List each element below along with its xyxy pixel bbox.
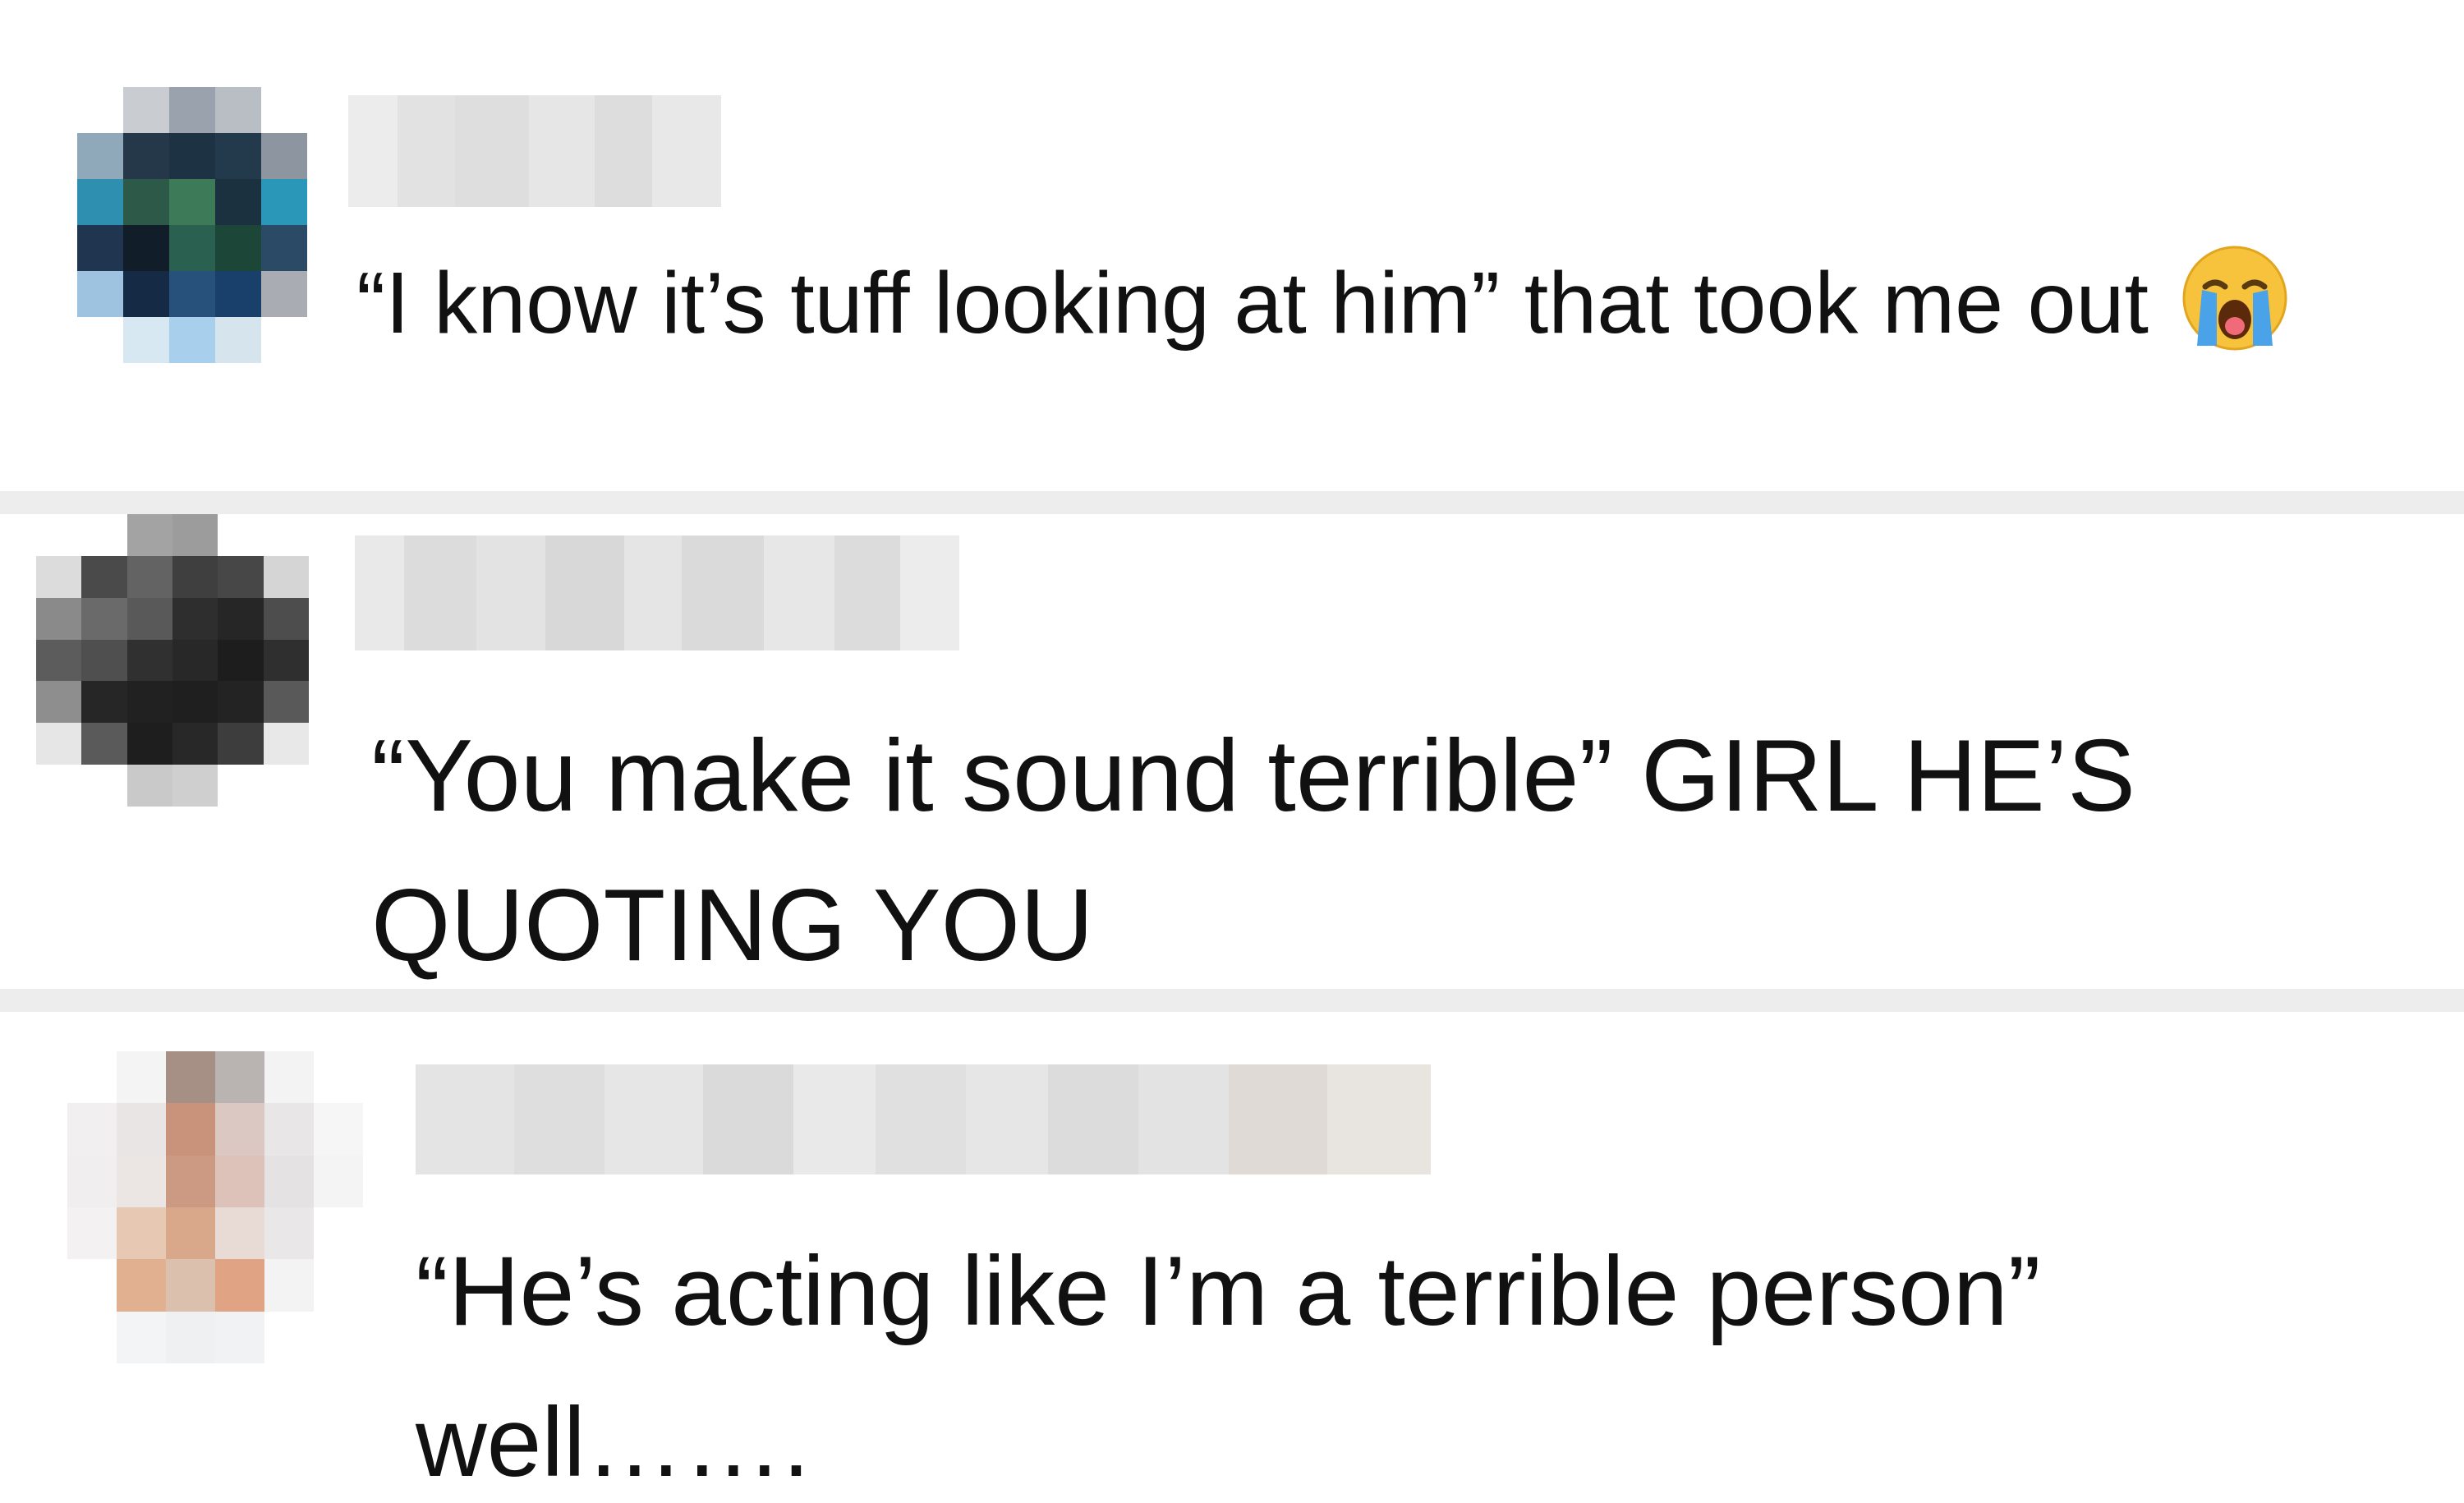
comment-item: “You make it sound terrible” GIRL HE’S Q… bbox=[0, 514, 2464, 989]
avatar[interactable] bbox=[67, 1051, 363, 1363]
avatar[interactable] bbox=[36, 514, 309, 807]
comment-text: “He’s acting like I’m a terrible person”… bbox=[416, 1236, 2068, 1497]
comment-text: “I know it’s tuff looking at him” that t… bbox=[356, 240, 2393, 367]
comment-item: “I know it’s tuff looking at him” that t… bbox=[0, 0, 2464, 491]
comment-body: “I know it’s tuff looking at him” that t… bbox=[356, 255, 2173, 352]
loudly-crying-face-icon bbox=[2181, 244, 2289, 352]
username[interactable] bbox=[416, 1064, 1431, 1174]
comment-text: “You make it sound terrible” GIRL HE’S Q… bbox=[371, 719, 2164, 982]
comment-divider bbox=[0, 989, 2464, 1012]
avatar[interactable] bbox=[77, 87, 307, 363]
comment-divider bbox=[0, 491, 2464, 514]
comment-item: “He’s acting like I’m a terrible person”… bbox=[0, 1012, 2464, 1503]
username[interactable] bbox=[355, 535, 959, 650]
username[interactable] bbox=[348, 95, 721, 207]
comments-list: “I know it’s tuff looking at him” that t… bbox=[0, 0, 2464, 1503]
